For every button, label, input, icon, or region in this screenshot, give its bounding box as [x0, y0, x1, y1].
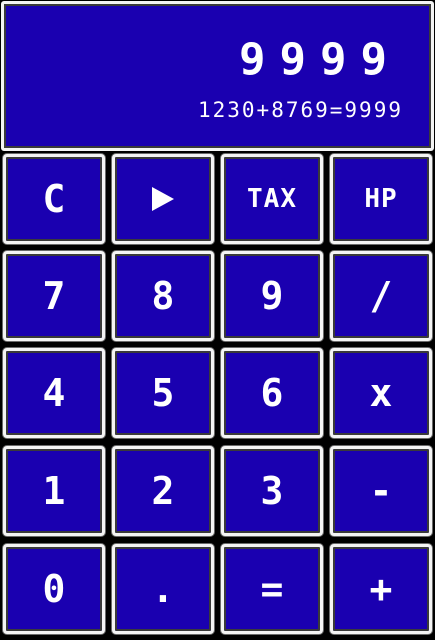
clear-button-label: C [42, 177, 66, 221]
digit-9-label: 9 [260, 274, 284, 318]
digit-6-label: 6 [260, 371, 284, 415]
digit-4-label: 4 [42, 371, 66, 415]
digit-5-label: 5 [151, 371, 175, 415]
digit-9-button[interactable]: 9 [221, 251, 323, 341]
digit-0-label: 0 [42, 567, 66, 611]
plus-label: + [369, 567, 393, 611]
play-button[interactable] [112, 154, 214, 244]
decimal-point-label: . [151, 567, 175, 611]
digit-7-label: 7 [42, 274, 66, 318]
play-icon [152, 187, 174, 211]
equals-label: = [260, 567, 284, 611]
digit-2-label: 2 [151, 469, 175, 513]
tax-button-label: TAX [247, 184, 297, 214]
display-main-value: 9999 [239, 34, 401, 85]
decimal-point-button[interactable]: . [112, 544, 214, 634]
hp-button[interactable]: HP [330, 154, 432, 244]
equals-button[interactable]: = [221, 544, 323, 634]
digit-7-button[interactable]: 7 [3, 251, 105, 341]
divide-button[interactable]: / [330, 251, 432, 341]
digit-1-label: 1 [42, 469, 66, 513]
digit-8-button[interactable]: 8 [112, 251, 214, 341]
hp-button-label: HP [364, 184, 398, 214]
multiply-button[interactable]: x [330, 348, 432, 438]
divide-label: / [369, 274, 393, 318]
digit-5-button[interactable]: 5 [112, 348, 214, 438]
tax-button[interactable]: TAX [221, 154, 323, 244]
digit-2-button[interactable]: 2 [112, 446, 214, 536]
clear-button[interactable]: C [3, 154, 105, 244]
digit-3-button[interactable]: 3 [221, 446, 323, 536]
digit-3-label: 3 [260, 469, 284, 513]
display-expression: 1230+8769=9999 [197, 98, 403, 122]
keypad: C TAX HP 7 8 9 / 4 5 6 x 1 2 3 - 0 . = + [0, 152, 435, 640]
multiply-label: x [369, 371, 393, 415]
digit-8-label: 8 [151, 274, 175, 318]
digit-4-button[interactable]: 4 [3, 348, 105, 438]
plus-button[interactable]: + [330, 544, 432, 634]
digit-0-button[interactable]: 0 [3, 544, 105, 634]
minus-label: - [369, 469, 393, 513]
minus-button[interactable]: - [330, 446, 432, 536]
digit-1-button[interactable]: 1 [3, 446, 105, 536]
digit-6-button[interactable]: 6 [221, 348, 323, 438]
calculator-display: 9999 1230+8769=9999 [1, 1, 434, 151]
